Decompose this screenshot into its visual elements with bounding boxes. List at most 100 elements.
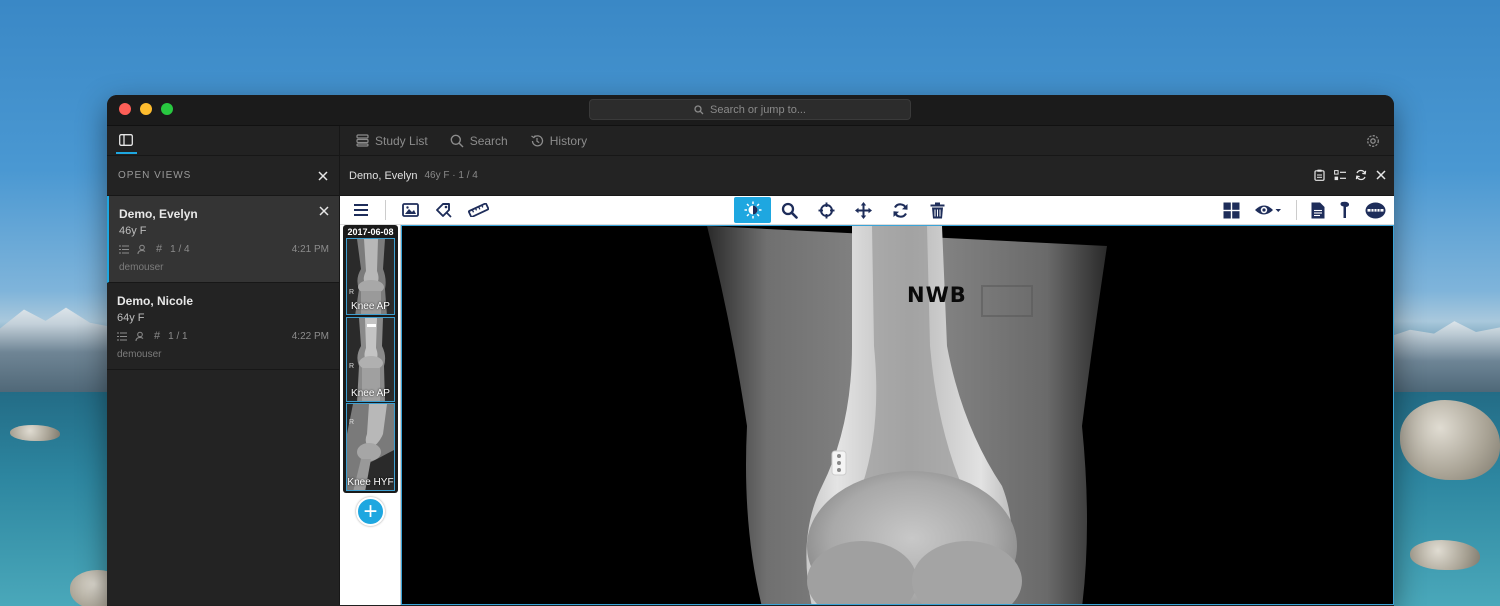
study-content: Demo, Evelyn 46y F · 1 / 4 2017-06-08 R … bbox=[340, 156, 1394, 605]
add-series-button[interactable]: + bbox=[356, 497, 385, 526]
close-icon[interactable] bbox=[1376, 170, 1386, 180]
sidebar-toggle-indicator bbox=[116, 152, 137, 154]
study-patient-name: Demo, Evelyn bbox=[349, 169, 418, 182]
wallpaper-mountain-left bbox=[0, 307, 120, 395]
pan-button[interactable] bbox=[845, 197, 882, 223]
thumbnail-label: Knee AP bbox=[351, 301, 390, 312]
search-icon bbox=[694, 104, 704, 114]
thumbnail-strip: 2017-06-08 R Knee AP R Knee AP R Knee HY… bbox=[343, 225, 398, 493]
close-window-button[interactable] bbox=[119, 103, 131, 115]
toolbar-left bbox=[340, 200, 489, 220]
bone-implant-icon[interactable] bbox=[1339, 201, 1351, 219]
delete-button[interactable] bbox=[919, 197, 956, 223]
patient-name: Demo, Nicole bbox=[117, 294, 194, 308]
thumbnail-label: Knee HYF bbox=[347, 477, 394, 488]
gear-icon[interactable] bbox=[1366, 134, 1380, 148]
refresh-icon[interactable] bbox=[1355, 169, 1367, 181]
sidebar-toggle-icon[interactable] bbox=[119, 134, 133, 146]
close-icon[interactable] bbox=[318, 170, 328, 181]
image-viewer: 2017-06-08 R Knee AP R Knee AP R Knee HY… bbox=[340, 196, 1394, 605]
knee-anatomy-icon[interactable] bbox=[1365, 202, 1386, 219]
view-user: demouser bbox=[117, 349, 162, 360]
toolbar-separator bbox=[385, 200, 386, 220]
view-user: demouser bbox=[119, 262, 164, 273]
open-view-item[interactable]: Demo, Evelyn 46y F # 1 / 4 4:21 PM demou… bbox=[107, 196, 339, 283]
view-meta: # 1 / 4 4:21 PM bbox=[119, 243, 329, 255]
visibility-eye-icon[interactable] bbox=[1254, 203, 1282, 217]
nav-item-label: History bbox=[549, 133, 588, 148]
layout-grid-icon[interactable] bbox=[1223, 202, 1240, 219]
nav-item-study-list[interactable]: Study List bbox=[356, 134, 428, 148]
thumbnail-item[interactable]: R Knee AP bbox=[346, 317, 395, 402]
patient-demographics: 64y F bbox=[117, 312, 145, 324]
clipboard-icon[interactable] bbox=[1314, 169, 1325, 181]
view-time: 4:22 PM bbox=[291, 330, 329, 342]
patient-name: Demo, Evelyn bbox=[119, 207, 198, 221]
search-jump-input[interactable]: Search or jump to... bbox=[589, 99, 911, 120]
image-count: 1 / 4 bbox=[170, 243, 190, 255]
hash-icon: # bbox=[156, 243, 163, 255]
maximize-window-button[interactable] bbox=[161, 103, 173, 115]
report-document-icon[interactable] bbox=[1311, 202, 1325, 219]
view-meta: # 1 / 1 4:22 PM bbox=[117, 330, 329, 342]
close-icon[interactable] bbox=[319, 206, 329, 216]
zoom-button[interactable] bbox=[771, 197, 808, 223]
reset-button[interactable] bbox=[882, 197, 919, 223]
nav-items: Study List Search History bbox=[340, 126, 1394, 155]
svg-text:R: R bbox=[349, 289, 354, 296]
main-area: OPEN VIEWS Demo, Evelyn 46y F # 1 / 4 4:… bbox=[107, 156, 1394, 605]
app-window: Search or jump to... Study List Search H… bbox=[107, 95, 1394, 606]
image-icon[interactable] bbox=[402, 203, 419, 217]
open-views-sidebar: OPEN VIEWS Demo, Evelyn 46y F # 1 / 4 4:… bbox=[107, 156, 340, 605]
thumbnail-item[interactable]: R Knee AP bbox=[346, 238, 395, 315]
wallpaper-rock bbox=[1410, 540, 1480, 570]
svg-text:R: R bbox=[349, 419, 354, 426]
viewer-body: 2017-06-08 R Knee AP R Knee AP R Knee HY… bbox=[340, 225, 1394, 605]
toolbar-right bbox=[1223, 200, 1386, 220]
nav-left bbox=[107, 126, 340, 155]
window-level-button[interactable] bbox=[734, 197, 771, 223]
nav-item-search[interactable]: Search bbox=[450, 134, 508, 148]
history-icon bbox=[530, 134, 543, 146]
study-date: 2017-06-08 bbox=[347, 227, 394, 237]
ruler-icon[interactable] bbox=[468, 203, 489, 217]
window-controls bbox=[119, 103, 173, 115]
user-icon bbox=[135, 331, 144, 341]
image-canvas[interactable]: NWB bbox=[401, 225, 1394, 605]
open-views-title: OPEN VIEWS bbox=[118, 170, 192, 181]
wallpaper-mountain-right bbox=[1380, 321, 1500, 396]
user-icon bbox=[137, 244, 146, 254]
svg-text:R: R bbox=[349, 363, 354, 370]
annotation-tag-icon[interactable] bbox=[435, 202, 452, 218]
xray-image bbox=[707, 226, 1107, 604]
nav-item-history[interactable]: History bbox=[530, 134, 587, 148]
wallpaper-rock bbox=[10, 425, 60, 441]
view-time: 4:21 PM bbox=[291, 243, 329, 255]
trash-icon bbox=[930, 202, 945, 218]
study-header: Demo, Evelyn 46y F · 1 / 4 bbox=[340, 156, 1394, 196]
checklist-icon[interactable] bbox=[1334, 169, 1346, 181]
image-count: 1 / 1 bbox=[168, 330, 188, 342]
list-icon bbox=[119, 245, 129, 253]
menu-icon[interactable] bbox=[353, 203, 369, 217]
search-jump-placeholder: Search or jump to... bbox=[710, 103, 806, 116]
open-view-item[interactable]: Demo, Nicole 64y F # 1 / 1 4:22 PM demou… bbox=[107, 283, 339, 370]
viewer-toolbar bbox=[340, 196, 1394, 225]
crosshair-button[interactable] bbox=[808, 197, 845, 223]
title-bar: Search or jump to... bbox=[107, 95, 1394, 126]
search-icon bbox=[450, 134, 464, 147]
toolbar-center bbox=[734, 197, 956, 223]
toolbar-separator bbox=[1296, 200, 1297, 220]
magnifier-icon bbox=[781, 202, 798, 219]
study-patient-info: 46y F · 1 / 4 bbox=[424, 170, 478, 181]
study-actions bbox=[1314, 169, 1386, 181]
minimize-window-button[interactable] bbox=[140, 103, 152, 115]
thumbnail-item[interactable]: R Knee HYF bbox=[346, 403, 395, 491]
nav-item-label: Search bbox=[469, 133, 508, 148]
thumbnail-label: Knee AP bbox=[351, 388, 390, 399]
thumbnail-panel: 2017-06-08 R Knee AP R Knee AP R Knee HY… bbox=[340, 225, 401, 605]
nav-bar: Study List Search History bbox=[107, 126, 1394, 156]
open-views-header: OPEN VIEWS bbox=[107, 156, 339, 196]
brightness-icon bbox=[744, 201, 761, 219]
list-icon bbox=[356, 134, 369, 147]
